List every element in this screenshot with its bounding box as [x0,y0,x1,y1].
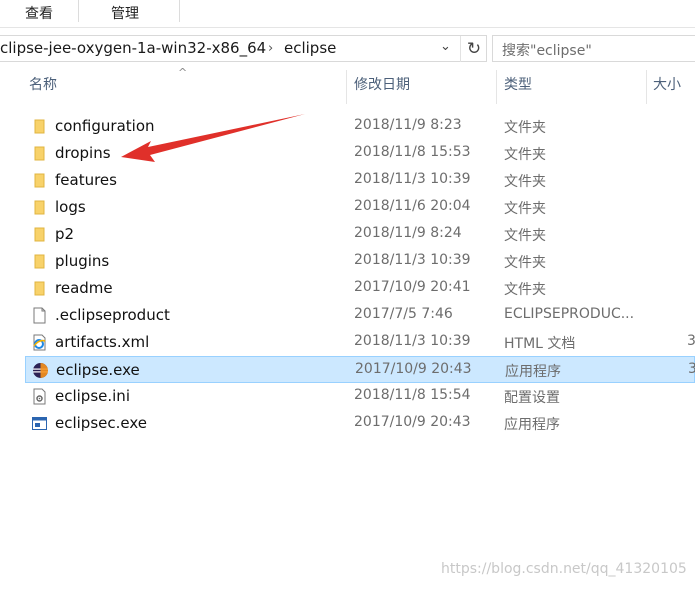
watermark: https://blog.csdn.net/qq_41320105 [441,561,687,577]
red-arrow-icon [121,114,305,162]
